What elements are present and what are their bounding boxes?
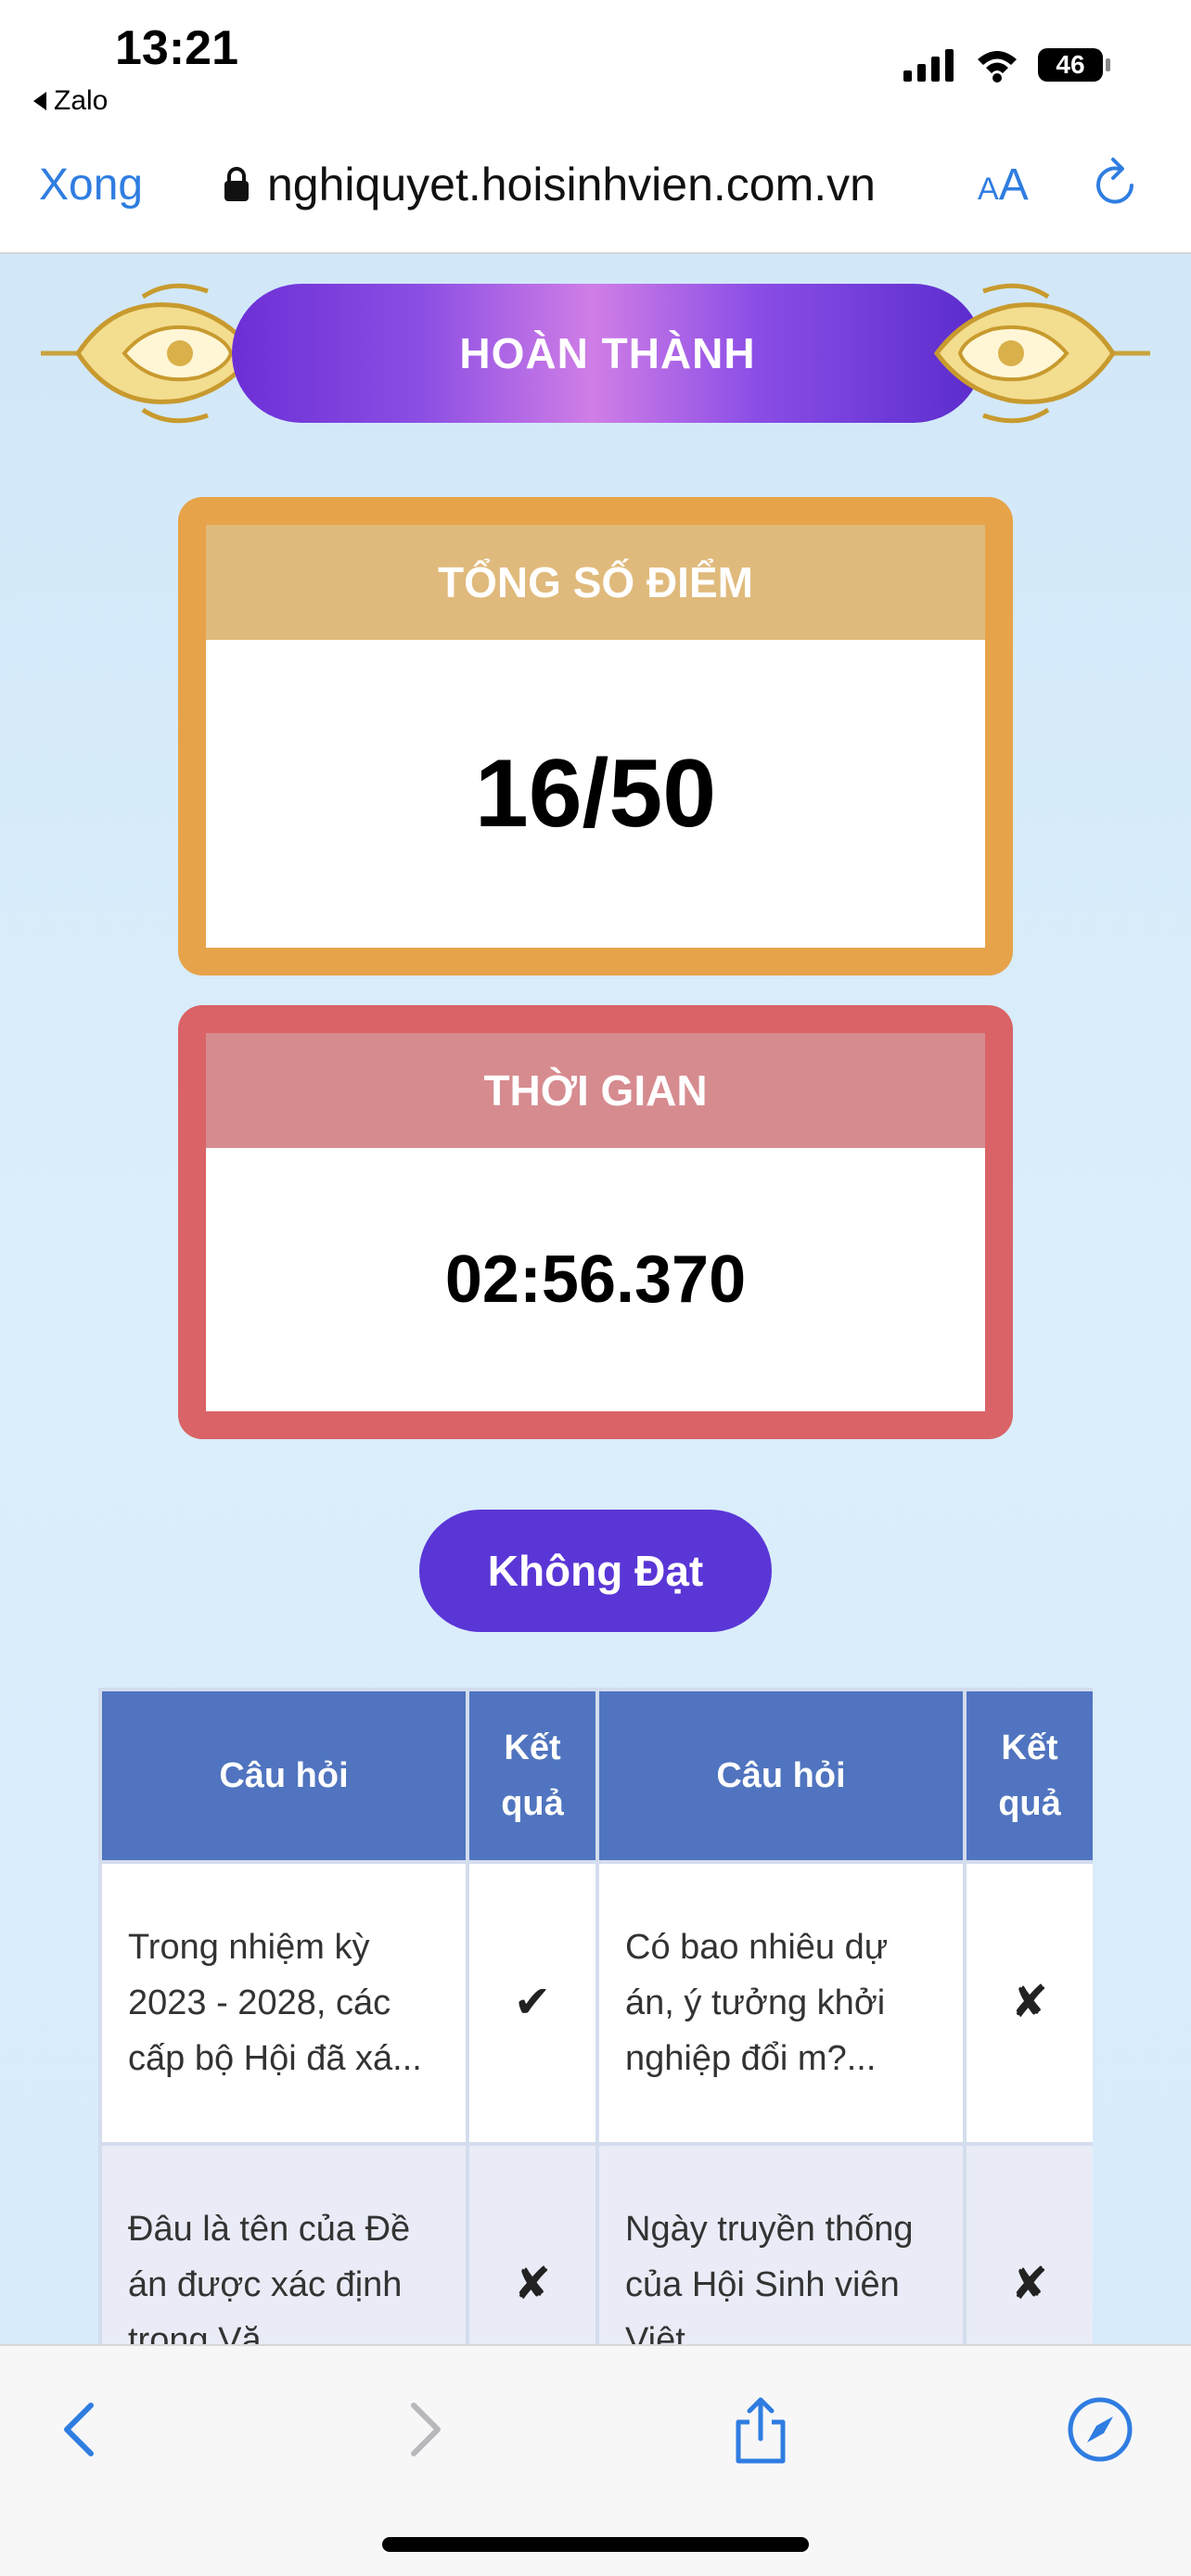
battery-icon: 46: [1037, 46, 1111, 83]
text-size-button[interactable]: AA: [978, 159, 1029, 210]
banner-title: HOÀN THÀNH: [459, 329, 756, 377]
back-chevron-icon[interactable]: [43, 2392, 117, 2467]
wrong-cross-icon: ✘: [466, 2142, 599, 2344]
completion-banner: HOÀN THÀNH: [41, 278, 1150, 428]
header-result: Kết quả: [963, 1688, 1093, 1864]
header-question: Câu hỏi: [596, 1688, 967, 1864]
battery-level: 46: [1056, 50, 1085, 79]
cellular-signal-icon: [903, 49, 954, 82]
url-text: nghiquyet.hoisinhvien.com.vn: [267, 159, 876, 210]
wrong-cross-icon: ✘: [963, 1860, 1093, 2146]
time-value: 02:56.370: [444, 1243, 747, 1317]
wifi-icon: [978, 51, 1017, 83]
banner-ribbon: HOÀN THÀNH: [232, 284, 983, 423]
answers-table: Câu hỏi Kết quả Câu hỏi Kết quả Trong nh…: [98, 1688, 1093, 2344]
score-card: TỔNG SỐ ĐIỂM 16/50: [178, 497, 1013, 976]
back-to-app-button[interactable]: Zalo: [33, 85, 108, 117]
forward-chevron-icon[interactable]: [388, 2392, 462, 2467]
text-size-large-label: A: [998, 160, 1029, 210]
question-cell: Đâu là tên của Đề án được xác định trong…: [98, 2142, 469, 2344]
lock-icon: [224, 167, 249, 201]
address-field[interactable]: nghiquyet.hoisinhvien.com.vn: [223, 158, 876, 211]
correct-check-icon: ✔: [466, 1860, 599, 2146]
home-indicator[interactable]: [382, 2537, 809, 2552]
ornament-right-icon: [933, 283, 1150, 424]
share-icon[interactable]: [724, 2392, 798, 2467]
browser-url-bar: Xong nghiquyet.hoisinhvien.com.vn AA: [0, 139, 1191, 254]
status-time: 13:21: [115, 21, 238, 75]
status-bar: 13:21 Zalo 46: [0, 0, 1191, 139]
compass-icon[interactable]: [1063, 2392, 1137, 2467]
time-heading: THỜI GIAN: [206, 1033, 985, 1148]
question-cell: Có bao nhiêu dự án, ý tưởng khởi nghiệp …: [596, 1860, 967, 2146]
reload-icon[interactable]: [1091, 156, 1143, 211]
header-question: Câu hỏi: [98, 1688, 469, 1864]
table-header-row: Câu hỏi Kết quả Câu hỏi Kết quả: [98, 1688, 1093, 1864]
answers-table-container[interactable]: Câu hỏi Kết quả Câu hỏi Kết quả Trong nh…: [98, 1688, 1093, 2344]
time-card: THỜI GIAN 02:56.370: [178, 1005, 1013, 1439]
done-button[interactable]: Xong: [39, 159, 143, 210]
text-size-small-label: A: [978, 172, 999, 207]
back-app-label: Zalo: [54, 85, 109, 116]
question-cell: Ngày truyền thống của Hội Sinh viên Việt: [596, 2142, 967, 2344]
wrong-cross-icon: ✘: [963, 2142, 1093, 2344]
question-cell: Trong nhiệm kỳ 2023 - 2028, các cấp bộ H…: [98, 1860, 469, 2146]
table-row: Trong nhiệm kỳ 2023 - 2028, các cấp bộ H…: [98, 1860, 1093, 2146]
score-value: 16/50: [474, 739, 717, 848]
score-heading: TỔNG SỐ ĐIỂM: [206, 525, 985, 640]
table-row: Đâu là tên của Đề án được xác định trong…: [98, 2142, 1093, 2344]
header-result: Kết quả: [466, 1688, 599, 1864]
result-status-button[interactable]: Không Đạt: [419, 1510, 772, 1632]
back-triangle-icon: [33, 92, 46, 110]
